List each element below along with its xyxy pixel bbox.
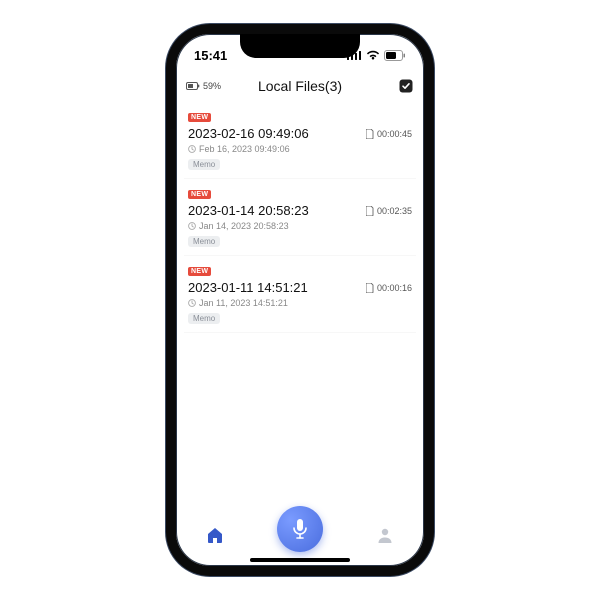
microphone-icon bbox=[291, 518, 309, 540]
battery-icon bbox=[384, 50, 406, 61]
profile-icon bbox=[375, 525, 395, 545]
document-icon bbox=[366, 129, 374, 139]
file-item[interactable]: NEW 2023-01-11 14:51:21 00:00:16 Jan 11,… bbox=[184, 256, 416, 333]
document-icon bbox=[366, 283, 374, 293]
new-badge: NEW bbox=[188, 113, 211, 122]
notch bbox=[240, 34, 360, 58]
memo-chip[interactable]: Memo bbox=[188, 159, 220, 170]
battery-small-icon bbox=[186, 82, 200, 90]
file-duration: 00:00:45 bbox=[377, 129, 412, 139]
wifi-icon bbox=[366, 50, 380, 60]
file-list[interactable]: NEW 2023-02-16 09:49:06 00:00:45 Feb 16,… bbox=[176, 102, 424, 510]
memo-chip[interactable]: Memo bbox=[188, 236, 220, 247]
profile-button[interactable] bbox=[368, 518, 402, 552]
status-time: 15:41 bbox=[194, 48, 227, 63]
record-button[interactable] bbox=[277, 506, 323, 552]
page-title: Local Files(3) bbox=[258, 78, 342, 94]
home-indicator[interactable] bbox=[250, 558, 350, 562]
home-icon bbox=[205, 525, 225, 545]
file-title: 2023-02-16 09:49:06 bbox=[188, 126, 309, 141]
file-title: 2023-01-14 20:58:23 bbox=[188, 203, 309, 218]
file-title: 2023-01-11 14:51:21 bbox=[188, 280, 308, 295]
file-item[interactable]: NEW 2023-02-16 09:49:06 00:00:45 Feb 16,… bbox=[184, 102, 416, 179]
clock-icon bbox=[188, 222, 196, 230]
file-duration: 00:00:16 bbox=[377, 283, 412, 293]
file-item[interactable]: NEW 2023-01-14 20:58:23 00:02:35 Jan 14,… bbox=[184, 179, 416, 256]
file-date: Jan 14, 2023 20:58:23 bbox=[199, 221, 289, 231]
phone-frame: 15:41 59% Local Files(3) bbox=[166, 24, 434, 576]
new-badge: NEW bbox=[188, 267, 211, 276]
memo-chip[interactable]: Memo bbox=[188, 313, 220, 324]
select-button[interactable] bbox=[398, 78, 414, 94]
file-duration: 00:02:35 bbox=[377, 206, 412, 216]
new-badge: NEW bbox=[188, 190, 211, 199]
battery-percent: 59% bbox=[203, 81, 221, 91]
home-button[interactable] bbox=[198, 518, 232, 552]
document-icon bbox=[366, 206, 374, 216]
clock-icon bbox=[188, 145, 196, 153]
clock-icon bbox=[188, 299, 196, 307]
file-date: Feb 16, 2023 09:49:06 bbox=[199, 144, 290, 154]
file-date: Jan 11, 2023 14:51:21 bbox=[199, 298, 288, 308]
page-header: 59% Local Files(3) bbox=[176, 70, 424, 102]
